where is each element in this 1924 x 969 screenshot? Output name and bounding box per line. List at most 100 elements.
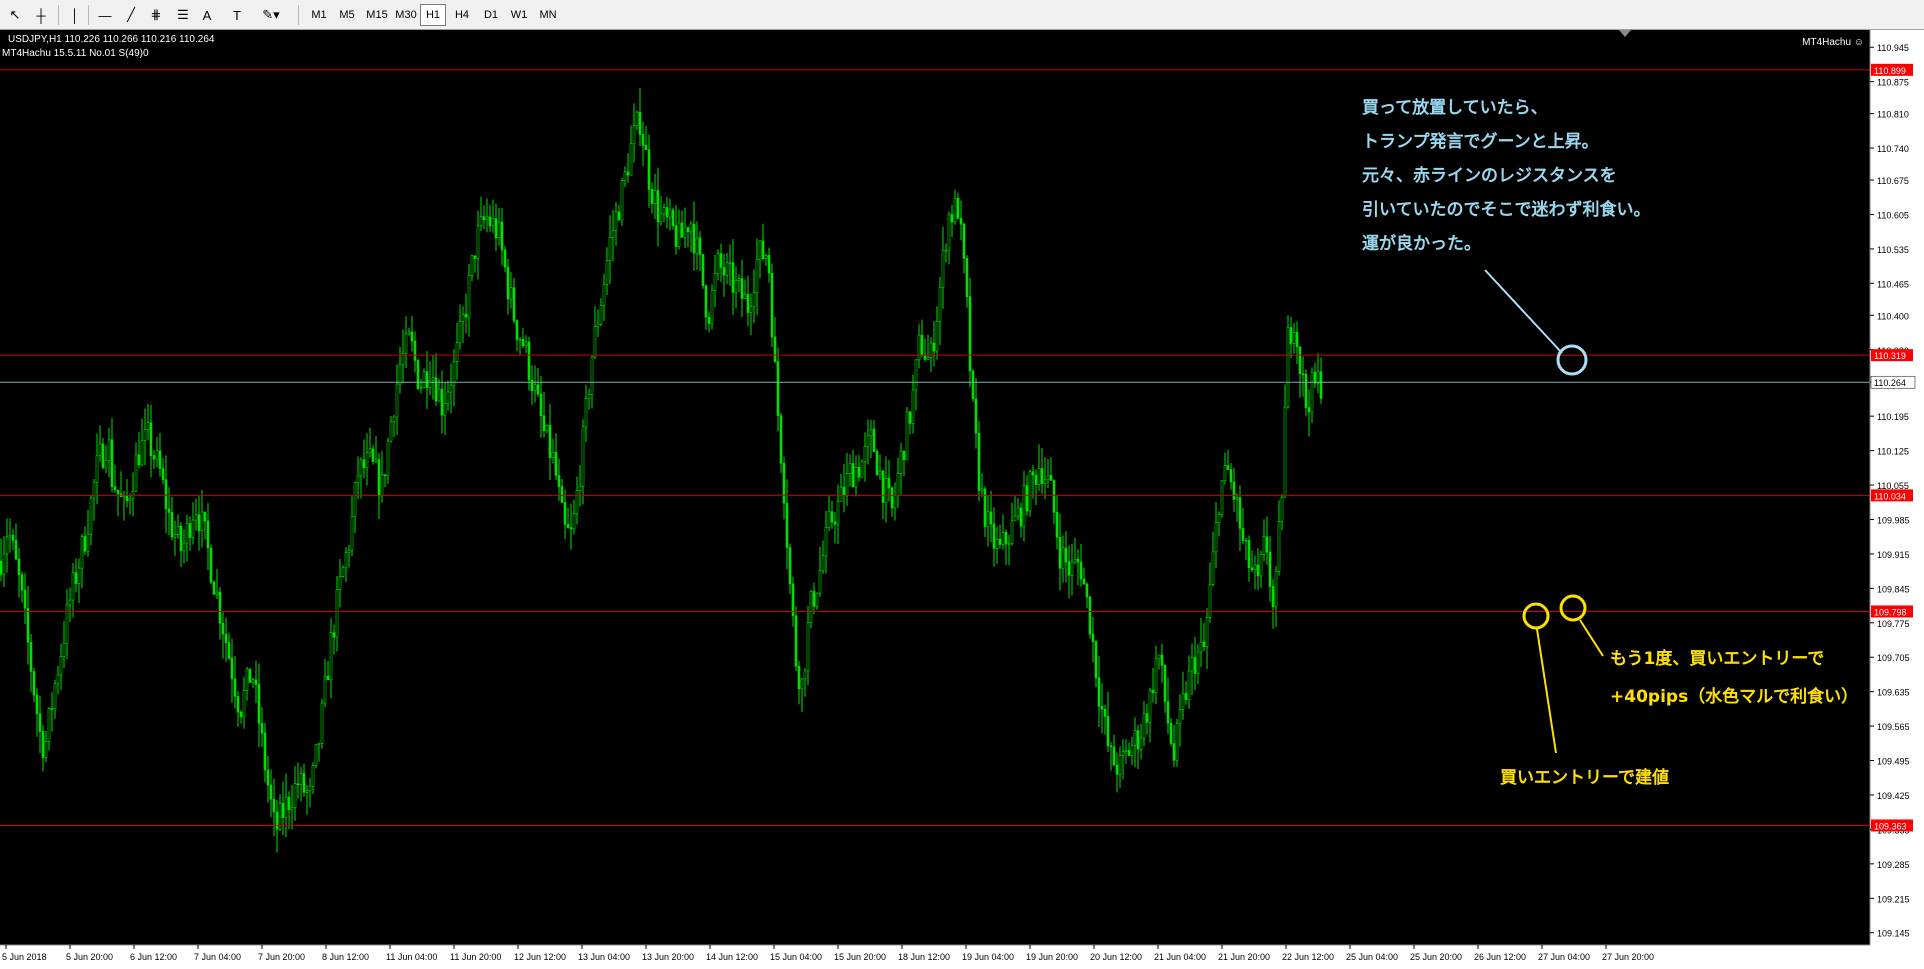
indicator-info: MT4Hachu 15.5.11 No.01 S(49)0 [2,48,149,59]
time-tick-label: 21 Jun 04:00 [1154,952,1206,962]
candle-body [680,222,684,238]
price-tick-label: 110.740 [1877,144,1909,154]
fibonacci-tool[interactable]: ☰ [172,4,194,26]
horizontal-line-tool[interactable]: — [94,4,116,26]
candle-body [1154,658,1158,694]
price-chart[interactable]: 110.945 110.875 110.810 110.740 110.675 110.6… [0,30,1924,969]
chart-toolbar: ↖ ┼ │ — ╱ ⋕ ☰ A T ✎▾ M1 M5 M15 M30 H1 H4 D1 W1 MN [0,0,1924,30]
price-tick-label: 109.915 [1877,550,1910,560]
timeframe-m1-button[interactable]: M1 [306,4,332,26]
candle-body [68,599,72,606]
candle-body [47,708,51,742]
candle-body [644,145,648,151]
candle-body [161,468,165,481]
candle-body [755,259,759,294]
candle-body [1007,543,1011,545]
candle-body [374,459,378,462]
candle-body [257,684,261,724]
candle-body [596,324,600,327]
candle-body [425,371,429,388]
annotation-yellow-2a: もう1度、買いエントリーで [1610,648,1824,669]
candle-body [602,284,606,306]
candle-body [869,428,873,437]
candle-body [743,294,747,299]
crosshair-tool[interactable]: ┼ [30,4,52,26]
candle-body [1142,713,1146,739]
price-tick-label: 109.495 [1877,757,1910,767]
candle-body [734,280,738,293]
price-tick-label: 109.775 [1877,619,1910,629]
candle-body [353,482,357,517]
candle-body [620,180,624,221]
candle-body [1202,641,1206,647]
timeframe-w1-button[interactable]: W1 [506,4,532,26]
candle-body [1235,497,1239,500]
timeframe-m30-button[interactable]: M30 [394,4,418,26]
price-tick-label: 109.845 [1877,584,1910,594]
candle-body [1127,750,1131,756]
candle-body [587,394,591,399]
candle-body [662,207,666,215]
candle-body [290,807,294,811]
candle-body [1193,657,1197,674]
svg-text:トランプ発言でグーンと上昇。: トランプ発言でグーンと上昇。 [1362,131,1599,152]
candle-body [284,796,288,818]
timeframe-d1-button[interactable]: D1 [478,4,504,26]
shapes-dropdown[interactable]: ✎▾ [254,4,288,26]
cursor-tool[interactable]: ↖ [4,4,26,26]
candle-body [902,450,906,461]
candle-body [224,633,228,643]
candle-body [14,540,18,560]
candle-body [635,111,639,127]
timeframe-h1-button[interactable]: H1 [420,4,446,26]
price-tick-label: 110.945 [1877,43,1909,53]
candle-body [1055,512,1059,538]
timeframe-m15-button[interactable]: M15 [362,4,392,26]
timeframe-h4-button[interactable]: H4 [448,4,476,26]
toolbar-separator [58,5,59,25]
candle-body [1271,586,1275,607]
candle-body [878,470,882,476]
candle-body [35,694,39,715]
candle-body [440,388,444,416]
candle-body [527,341,531,381]
candle-body [326,675,330,681]
candle-body [746,294,750,313]
candle-body [590,356,594,395]
candle-body [230,658,234,680]
candle-body [332,632,336,638]
candle-body [1070,561,1074,576]
timeframe-m5-button[interactable]: M5 [334,4,360,26]
candle-body [977,433,981,491]
candle-body [392,416,396,423]
candle-body [899,450,903,474]
candle-body [443,403,447,416]
candle-body [1295,332,1299,348]
vertical-line-tool[interactable]: │ [64,4,86,26]
candle-body [1037,468,1041,485]
timeframe-mn-button[interactable]: MN [534,4,562,26]
candle-body [731,262,735,293]
candle-body [1283,406,1287,498]
candle-body [1313,371,1317,384]
text-tool[interactable]: A [196,4,218,26]
candle-body [533,384,537,391]
candle-body [998,538,1002,545]
channel-tool[interactable]: ⋕ [144,4,168,26]
candle-body [470,255,474,276]
candle-body [254,679,258,685]
price-tick-label: 110.675 [1877,176,1909,186]
candle-body [611,230,615,238]
trendline-tool[interactable]: ╱ [120,4,142,26]
candle-body [221,622,225,635]
candle-body [275,811,279,830]
candle-body [482,216,486,221]
candle-body [302,773,306,793]
candle-body [608,236,612,261]
candle-body [479,216,483,227]
label-tool[interactable]: T [226,4,248,26]
candle-body [1052,480,1056,513]
candle-body [536,384,540,395]
candle-body [1244,540,1248,542]
candle-body [1148,689,1152,723]
